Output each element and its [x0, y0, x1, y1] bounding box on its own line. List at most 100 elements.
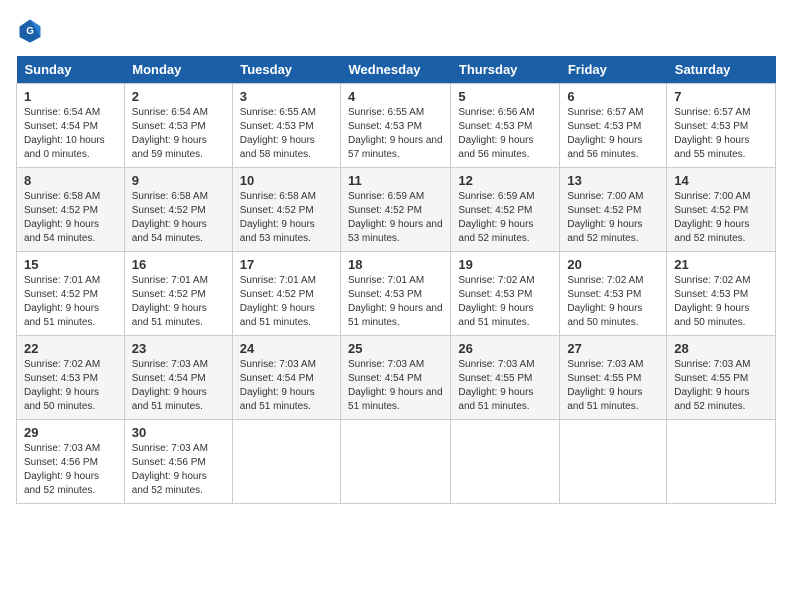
calendar-cell: 20 Sunrise: 7:02 AMSunset: 4:53 PMDayligh… — [560, 252, 667, 336]
day-info: Sunrise: 7:03 AMSunset: 4:54 PMDaylight:… — [132, 358, 225, 414]
calendar-cell: 5 Sunrise: 6:56 AMSunset: 4:53 PMDaylight… — [451, 84, 560, 168]
day-info: Sunrise: 7:00 AMSunset: 4:52 PMDaylight:… — [674, 190, 768, 246]
day-info: Sunrise: 7:03 AMSunset: 4:55 PMDaylight:… — [458, 358, 552, 414]
day-number: 2 — [132, 89, 225, 104]
calendar-cell: 28 Sunrise: 7:03 AMSunset: 4:55 PMDayligh… — [667, 336, 776, 420]
day-number: 10 — [240, 173, 333, 188]
day-info: Sunrise: 6:58 AMSunset: 4:52 PMDaylight:… — [240, 190, 333, 246]
day-number: 13 — [567, 173, 659, 188]
day-number: 12 — [458, 173, 552, 188]
calendar-cell: 24 Sunrise: 7:03 AMSunset: 4:54 PMDayligh… — [232, 336, 340, 420]
day-info: Sunrise: 6:59 AMSunset: 4:52 PMDaylight:… — [348, 190, 443, 246]
calendar-cell: 23 Sunrise: 7:03 AMSunset: 4:54 PMDayligh… — [124, 336, 232, 420]
day-number: 15 — [24, 257, 117, 272]
day-info: Sunrise: 7:03 AMSunset: 4:54 PMDaylight:… — [348, 358, 443, 414]
day-info: Sunrise: 6:55 AMSunset: 4:53 PMDaylight:… — [240, 106, 333, 162]
week-row-3: 15 Sunrise: 7:01 AMSunset: 4:52 PMDayligh… — [17, 252, 776, 336]
day-info: Sunrise: 6:55 AMSunset: 4:53 PMDaylight:… — [348, 106, 443, 162]
day-number: 29 — [24, 425, 117, 440]
day-number: 4 — [348, 89, 443, 104]
day-number: 22 — [24, 341, 117, 356]
day-info: Sunrise: 7:01 AMSunset: 4:52 PMDaylight:… — [24, 274, 117, 330]
calendar-cell: 21 Sunrise: 7:02 AMSunset: 4:53 PMDayligh… — [667, 252, 776, 336]
calendar-cell — [560, 420, 667, 504]
calendar-cell: 25 Sunrise: 7:03 AMSunset: 4:54 PMDayligh… — [341, 336, 451, 420]
weekday-header-friday: Friday — [560, 56, 667, 84]
day-number: 27 — [567, 341, 659, 356]
calendar-cell — [232, 420, 340, 504]
day-number: 5 — [458, 89, 552, 104]
weekday-header-thursday: Thursday — [451, 56, 560, 84]
week-row-1: 1Sunrise: 6:54 AMSunset: 4:54 PMDaylight… — [17, 84, 776, 168]
day-number: 23 — [132, 341, 225, 356]
calendar-cell: 6 Sunrise: 6:57 AMSunset: 4:53 PMDaylight… — [560, 84, 667, 168]
calendar-cell: 4 Sunrise: 6:55 AMSunset: 4:53 PMDaylight… — [341, 84, 451, 168]
day-info: Sunrise: 7:00 AMSunset: 4:52 PMDaylight:… — [567, 190, 659, 246]
svg-text:G: G — [26, 26, 34, 37]
week-row-5: 29 Sunrise: 7:03 AMSunset: 4:56 PMDayligh… — [17, 420, 776, 504]
day-info: Sunrise: 6:56 AMSunset: 4:53 PMDaylight:… — [458, 106, 552, 162]
day-number: 7 — [674, 89, 768, 104]
day-info: Sunrise: 6:58 AMSunset: 4:52 PMDaylight:… — [132, 190, 225, 246]
day-number: 28 — [674, 341, 768, 356]
calendar-cell: 3 Sunrise: 6:55 AMSunset: 4:53 PMDaylight… — [232, 84, 340, 168]
weekday-header-tuesday: Tuesday — [232, 56, 340, 84]
logo-icon: G — [16, 16, 44, 44]
calendar-cell: 11 Sunrise: 6:59 AMSunset: 4:52 PMDayligh… — [341, 168, 451, 252]
day-number: 24 — [240, 341, 333, 356]
logo: G — [16, 16, 46, 44]
calendar-cell: 16Sunrise: 7:01 AMSunset: 4:52 PMDayligh… — [124, 252, 232, 336]
day-number: 6 — [567, 89, 659, 104]
calendar-cell: 14Sunrise: 7:00 AMSunset: 4:52 PMDayligh… — [667, 168, 776, 252]
calendar-cell: 17Sunrise: 7:01 AMSunset: 4:52 PMDayligh… — [232, 252, 340, 336]
day-info: Sunrise: 6:57 AMSunset: 4:53 PMDaylight:… — [567, 106, 659, 162]
day-info: Sunrise: 7:01 AMSunset: 4:52 PMDaylight:… — [240, 274, 333, 330]
weekday-header-monday: Monday — [124, 56, 232, 84]
calendar-cell: 13 Sunrise: 7:00 AMSunset: 4:52 PMDayligh… — [560, 168, 667, 252]
day-info: Sunrise: 6:54 AMSunset: 4:53 PMDaylight:… — [132, 106, 225, 162]
day-info: Sunrise: 7:02 AMSunset: 4:53 PMDaylight:… — [567, 274, 659, 330]
day-number: 25 — [348, 341, 443, 356]
day-info: Sunrise: 7:03 AMSunset: 4:54 PMDaylight:… — [240, 358, 333, 414]
day-info: Sunrise: 6:59 AMSunset: 4:52 PMDaylight:… — [458, 190, 552, 246]
day-number: 20 — [567, 257, 659, 272]
day-number: 19 — [458, 257, 552, 272]
day-info: Sunrise: 6:57 AMSunset: 4:53 PMDaylight:… — [674, 106, 768, 162]
calendar-cell — [341, 420, 451, 504]
calendar-cell — [667, 420, 776, 504]
week-row-4: 22 Sunrise: 7:02 AMSunset: 4:53 PMDayligh… — [17, 336, 776, 420]
day-number: 26 — [458, 341, 552, 356]
day-number: 9 — [132, 173, 225, 188]
calendar-cell: 19 Sunrise: 7:02 AMSunset: 4:53 PMDayligh… — [451, 252, 560, 336]
day-number: 16 — [132, 257, 225, 272]
calendar-cell: 1Sunrise: 6:54 AMSunset: 4:54 PMDaylight… — [17, 84, 125, 168]
calendar-cell: 18Sunrise: 7:01 AMSunset: 4:53 PMDayligh… — [341, 252, 451, 336]
calendar-table: SundayMondayTuesdayWednesdayThursdayFrid… — [16, 56, 776, 504]
day-info: Sunrise: 7:03 AMSunset: 4:55 PMDaylight:… — [567, 358, 659, 414]
calendar-cell: 12 Sunrise: 6:59 AMSunset: 4:52 PMDayligh… — [451, 168, 560, 252]
calendar-cell: 26 Sunrise: 7:03 AMSunset: 4:55 PMDayligh… — [451, 336, 560, 420]
day-info: Sunrise: 7:03 AMSunset: 4:56 PMDaylight:… — [24, 442, 117, 498]
calendar-cell: 27 Sunrise: 7:03 AMSunset: 4:55 PMDayligh… — [560, 336, 667, 420]
day-number: 21 — [674, 257, 768, 272]
calendar-cell: 15 Sunrise: 7:01 AMSunset: 4:52 PMDayligh… — [17, 252, 125, 336]
day-info: Sunrise: 6:58 AMSunset: 4:52 PMDaylight:… — [24, 190, 117, 246]
calendar-cell: 22 Sunrise: 7:02 AMSunset: 4:53 PMDayligh… — [17, 336, 125, 420]
calendar-cell — [451, 420, 560, 504]
day-number: 3 — [240, 89, 333, 104]
calendar-cell: 10 Sunrise: 6:58 AMSunset: 4:52 PMDayligh… — [232, 168, 340, 252]
day-info: Sunrise: 6:54 AMSunset: 4:54 PMDaylight:… — [24, 106, 117, 162]
weekday-header-saturday: Saturday — [667, 56, 776, 84]
day-info: Sunrise: 7:03 AMSunset: 4:55 PMDaylight:… — [674, 358, 768, 414]
calendar-cell: 2 Sunrise: 6:54 AMSunset: 4:53 PMDaylight… — [124, 84, 232, 168]
day-number: 11 — [348, 173, 443, 188]
calendar-cell: 30Sunrise: 7:03 AMSunset: 4:56 PMDayligh… — [124, 420, 232, 504]
weekday-header-sunday: Sunday — [17, 56, 125, 84]
day-number: 8 — [24, 173, 117, 188]
weekday-header-wednesday: Wednesday — [341, 56, 451, 84]
day-info: Sunrise: 7:02 AMSunset: 4:53 PMDaylight:… — [458, 274, 552, 330]
calendar-cell: 29 Sunrise: 7:03 AMSunset: 4:56 PMDayligh… — [17, 420, 125, 504]
day-info: Sunrise: 7:02 AMSunset: 4:53 PMDaylight:… — [24, 358, 117, 414]
calendar-cell: 7 Sunrise: 6:57 AMSunset: 4:53 PMDaylight… — [667, 84, 776, 168]
day-info: Sunrise: 7:02 AMSunset: 4:53 PMDaylight:… — [674, 274, 768, 330]
